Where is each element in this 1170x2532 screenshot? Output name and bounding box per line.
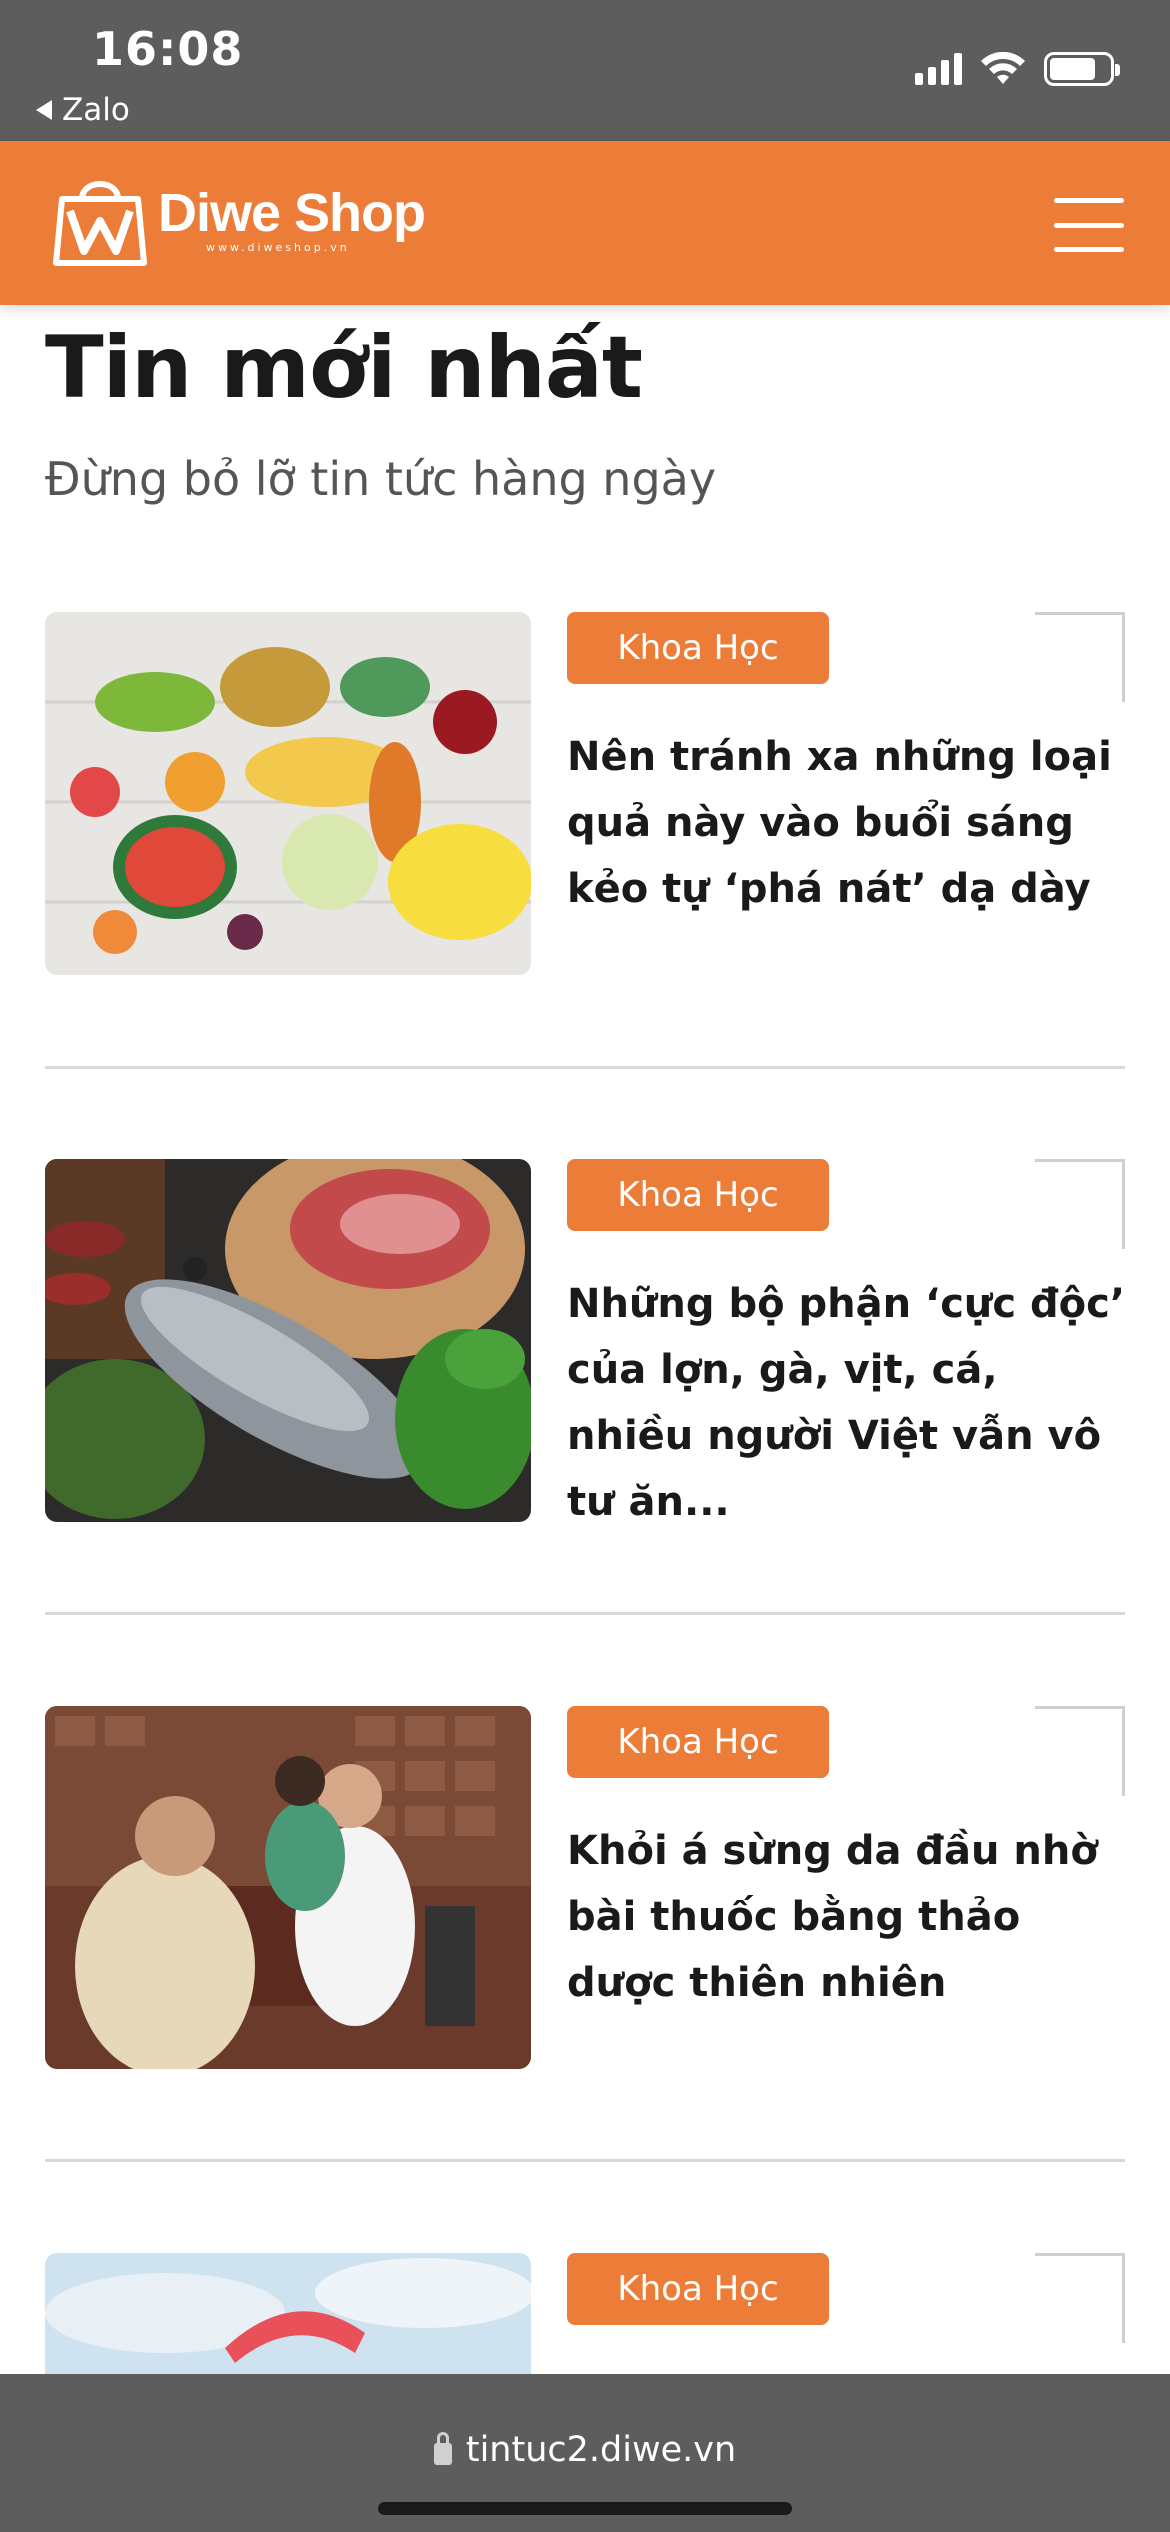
site-header: Diwe Shop www.diweshop.vn [0,141,1170,305]
divider [45,1066,1125,1069]
status-time: 16:08 [92,22,244,76]
page-subtitle: Đừng bỏ lỡ tin tức hàng ngày [45,452,717,506]
back-app-label: Zalo [62,92,130,128]
site-logo[interactable]: Diwe Shop www.diweshop.vn [52,169,426,269]
card-corner-decoration [1035,1159,1125,1249]
divider [45,2159,1125,2162]
status-bar: 16:08 Zalo [0,0,1170,141]
battery-icon [1044,52,1120,86]
back-arrow-icon [36,100,52,120]
article-title[interactable]: Những bộ phận ‘cực độc’ của lợn, gà, vịt… [567,1271,1127,1535]
logo-name: Diwe Shop [158,182,426,243]
article-card[interactable]: Khoa Học Những bộ phận ‘cực độc’ của lợn… [45,1159,1125,1525]
status-icons [915,52,1120,86]
logo-url: www.diweshop.vn [206,240,350,254]
meat-fish-image[interactable] [45,1159,531,1522]
pharmacy-image[interactable] [45,1706,531,2069]
hamburger-menu-icon[interactable] [1054,198,1124,252]
url-text[interactable]: tintuc2.diwe.vn [466,2430,736,2470]
category-badge[interactable]: Khoa Học [567,612,829,684]
lock-icon [433,2432,452,2465]
article-card[interactable]: Khoa Học Nên tránh xa những loại quả này… [45,612,1125,977]
card-corner-decoration [1035,2253,1125,2343]
fruits-image[interactable] [45,612,531,975]
category-badge[interactable]: Khoa Học [567,2253,829,2325]
signal-icon [915,53,962,85]
home-indicator[interactable] [378,2502,792,2515]
article-title[interactable]: Nên tránh xa những loại quả này vào buổi… [567,724,1127,922]
page-title: Tin mới nhất [45,318,643,418]
card-corner-decoration [1035,1706,1125,1796]
article-card[interactable]: Khoa Học Khỏi á sừng da đầu nhờ bài thuố… [45,1706,1125,2071]
card-corner-decoration [1035,612,1125,702]
category-badge[interactable]: Khoa Học [567,1706,829,1778]
back-to-app-button[interactable]: Zalo [36,92,130,128]
category-badge[interactable]: Khoa Học [567,1159,829,1231]
divider [45,1612,1125,1615]
shopping-bag-logo-icon [53,181,147,266]
wifi-icon [981,52,1025,84]
article-title[interactable]: Khỏi á sừng da đầu nhờ bài thuốc bằng th… [567,1818,1127,2016]
